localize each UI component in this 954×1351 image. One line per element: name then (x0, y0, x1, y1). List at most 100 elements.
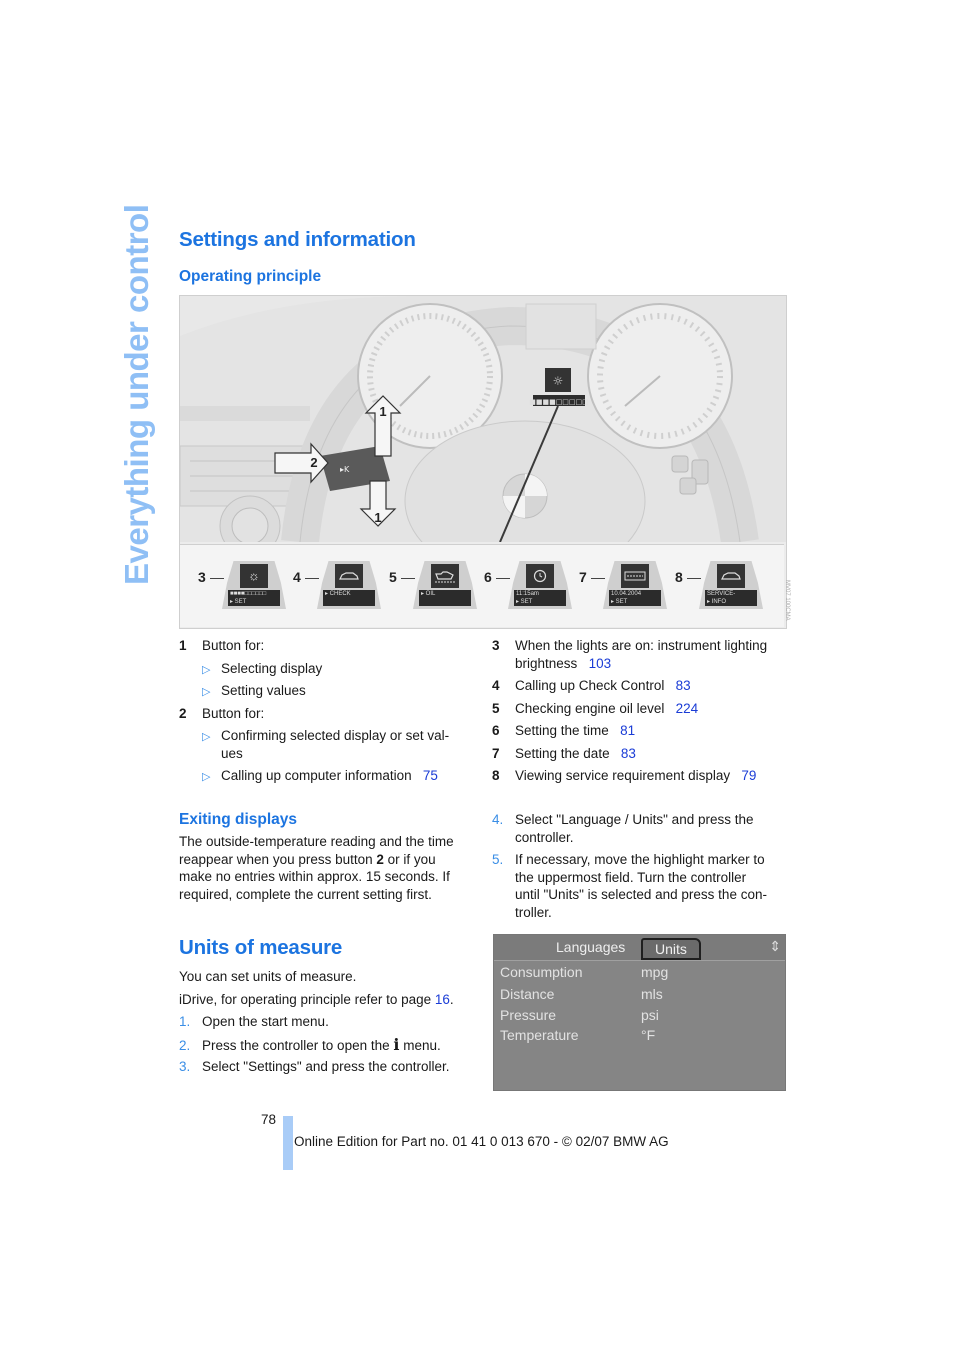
legend-item-8: 8 Viewing service requirement display 79 (492, 767, 756, 785)
callout-4: 4 ▸ CHECK (293, 559, 388, 619)
scroll-arrows-icon[interactable]: ⇕ (769, 938, 781, 955)
units-settings-screen: Languages Units ⇕ Consumption mpg Distan… (493, 934, 786, 1091)
legend-text: Calling up Check Control (515, 678, 665, 693)
setting-value-consumption[interactable]: mpg (641, 964, 668, 980)
step-text: Open the start menu. (202, 1014, 329, 1029)
display-line-2: ▸ OIL (421, 591, 436, 597)
legend-text: Setting the time (515, 723, 609, 738)
legend-text: Viewing service requirement display (515, 768, 731, 783)
chapter-side-title: Everything under control (118, 204, 155, 585)
step-text: Select "Language / Units" and press the (515, 812, 754, 827)
setting-label-consumption[interactable]: Consumption (500, 964, 583, 980)
setting-label-temperature[interactable]: Temperature (500, 1027, 579, 1043)
legend-text: Confirming selected display or set val- (221, 728, 450, 743)
callout-number: 7 (579, 569, 587, 585)
svg-text:☼: ☼ (553, 374, 564, 388)
step-number: 5. (492, 852, 504, 867)
button-ref: 2 (376, 851, 384, 867)
legend-item-1: 1 Button for: (179, 637, 264, 655)
callout-7: 7 10.04.2004 ▸ SET (579, 559, 674, 619)
display-line-1: 11:15am (516, 591, 539, 597)
figure-code: MV07 100CMA (784, 580, 790, 621)
callout-6: 6 11:15am ▸ SET (484, 559, 579, 619)
page-link[interactable]: 79 (741, 768, 756, 783)
triangle-bullet-icon: ▷ (202, 664, 211, 676)
legend-subitem: ▷ Calling up computer information 75 (202, 767, 438, 786)
instrument-cluster-figure: ☼ ■■■■□□□□□ ▸K 1 1 2 3 ☼ ■■■■□□□□□□ ▸ SE… (179, 295, 787, 629)
display-date: 10.04.2004 ▸ SET (603, 561, 667, 609)
car-icon (717, 564, 745, 588)
text-span: reappear when you press button (179, 851, 377, 867)
svg-text:1: 1 (379, 404, 386, 419)
idrive-reference: iDrive, for operating principle refer to… (179, 991, 454, 1009)
subsection-title-operating-principle: Operating principle (179, 268, 322, 285)
display-brightness: ☼ ■■■■□□□□□□ ▸ SET (222, 561, 286, 609)
footer-accent-bar (283, 1116, 293, 1170)
text-span: or if you (383, 851, 436, 867)
page-link[interactable]: 224 (676, 701, 699, 716)
display-text: ▸ OIL (419, 590, 471, 606)
legend-text: Checking engine oil level (515, 701, 665, 716)
text-line: The outside-temperature reading and the … (179, 834, 454, 849)
page-link[interactable]: 103 (589, 656, 612, 671)
legend-number: 3 (492, 638, 500, 653)
display-check-control: ▸ CHECK (317, 561, 381, 609)
display-text: 10.04.2004 ▸ SET (609, 590, 661, 606)
cockpit-drawing: ☼ ■■■■□□□□□ ▸K 1 1 2 (180, 296, 786, 582)
legend-text: brightness (515, 656, 578, 671)
step-text: controller. (515, 829, 574, 845)
legend-item-3-cont: brightness 103 (515, 655, 611, 673)
legend-subitem: ▷ Confirming selected display or set val- (202, 727, 449, 746)
setting-label-pressure[interactable]: Pressure (500, 1007, 556, 1023)
page-link[interactable]: 75 (423, 768, 438, 783)
page-link[interactable]: 16 (435, 992, 450, 1007)
step-number: 3. (179, 1059, 191, 1074)
step-text: troller. (515, 904, 552, 920)
setting-value-pressure[interactable]: psi (641, 1007, 659, 1023)
callout-5: 5 ▸ OIL (389, 559, 484, 619)
text-line: required, complete the current setting f… (179, 886, 432, 902)
step-5: 5. If necessary, move the highlight marke… (492, 851, 767, 921)
triangle-bullet-icon: ▷ (202, 731, 211, 743)
footer-edition-text: Online Edition for Part no. 01 41 0 013 … (294, 1134, 669, 1149)
legend-text: Setting values (221, 683, 306, 698)
step-number: 2. (179, 1038, 191, 1053)
setting-value-temperature[interactable]: °F (641, 1027, 655, 1043)
screen-tab-bar: Languages Units ⇕ (494, 935, 785, 961)
step-4: 4. Select "Language / Units" and press th… (492, 811, 754, 846)
legend-item-5: 5 Checking engine oil level 224 (492, 700, 698, 718)
setting-label-distance[interactable]: Distance (500, 986, 554, 1002)
display-line-2: ▸ SET (516, 599, 533, 605)
callout-number: 4 (293, 569, 301, 585)
display-line-2: ▸ SET (611, 599, 628, 605)
tab-units[interactable]: Units (641, 938, 701, 960)
display-text: ■■■■□□□□□□ ▸ SET (228, 590, 280, 606)
step-1: 1. Open the start menu. (179, 1013, 329, 1031)
brightness-icon: ☼ (240, 564, 268, 588)
text-line: reappear when you press button 2 or if y… (179, 851, 479, 869)
callout-3: 3 ☼ ■■■■□□□□□□ ▸ SET (198, 559, 293, 619)
display-line-2: ▸ INFO (707, 599, 727, 605)
text-line: make no entries within approx. 15 second… (179, 869, 450, 884)
page-link[interactable]: 83 (676, 678, 691, 693)
legend-text: Setting the date (515, 746, 610, 761)
step-3: 3. Select "Settings" and press the contro… (179, 1058, 449, 1076)
display-line-1: SERVICE- (707, 591, 736, 597)
tab-languages[interactable]: Languages (556, 939, 625, 955)
period: . (449, 992, 454, 1007)
legend-text: Selecting display (221, 661, 323, 676)
page-link[interactable]: 83 (621, 746, 636, 761)
display-oil-level: ▸ OIL (413, 561, 477, 609)
page-link[interactable]: 81 (620, 723, 635, 738)
step-number: 1. (179, 1014, 191, 1029)
legend-number: 2 (179, 706, 187, 721)
setting-value-distance[interactable]: mls (641, 986, 663, 1002)
display-text: SERVICE- ▸ INFO (705, 590, 757, 606)
oil-can-icon (431, 564, 459, 588)
step-text: Press the controller to open the (202, 1038, 394, 1053)
display-line-2: ▸ CHECK (325, 591, 351, 597)
section-title-units: Units of measure (179, 936, 343, 959)
legend-item-3: 3 When the lights are on: instrument ligh… (492, 637, 767, 655)
legend-item-2: 2 Button for: (179, 705, 264, 723)
display-line-1: ■■■■□□□□□□ (230, 591, 267, 597)
